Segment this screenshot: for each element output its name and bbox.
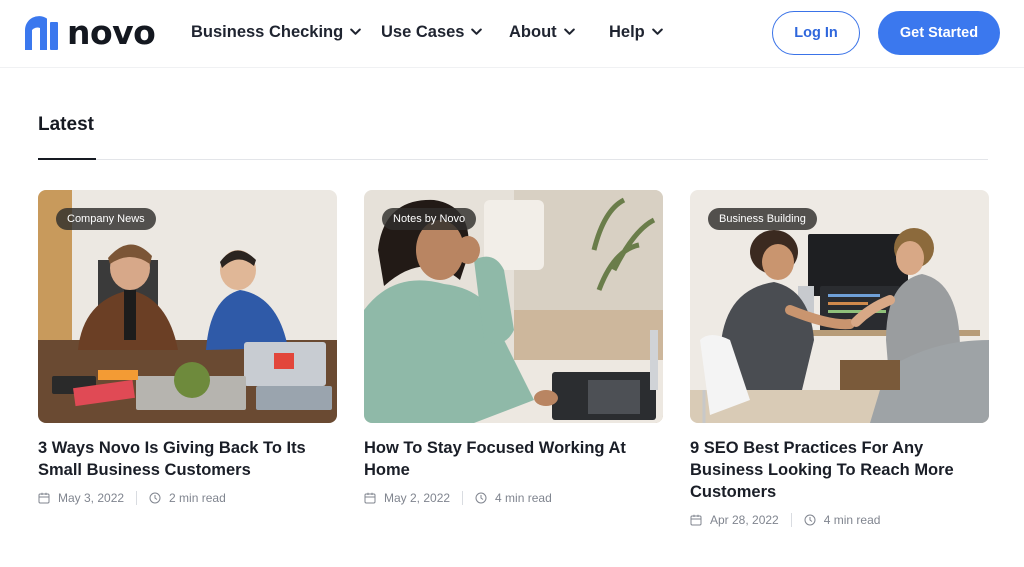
clock-icon	[149, 492, 161, 504]
post-category-badge[interactable]: Business Building	[708, 208, 817, 230]
nav-business-checking[interactable]: Business Checking	[191, 21, 362, 43]
post-card[interactable]: Company News 3 Ways Novo Is Giving Back …	[38, 190, 337, 506]
clock-icon	[804, 514, 816, 526]
post-meta: Apr 28, 2022 4 min read	[690, 512, 989, 528]
get-started-button[interactable]: Get Started	[878, 11, 1000, 55]
brand-name: novo	[67, 13, 156, 52]
chevron-down-icon	[651, 28, 663, 35]
chevron-down-icon	[563, 28, 575, 35]
clock-icon	[475, 492, 487, 504]
post-title[interactable]: 3 Ways Novo Is Giving Back To Its Small …	[38, 437, 337, 481]
nav-label: About	[509, 22, 557, 41]
post-card[interactable]: Business Building 9 SEO Best Practices F…	[690, 190, 989, 528]
post-category-badge[interactable]: Notes by Novo	[382, 208, 477, 230]
meta-divider	[790, 513, 792, 527]
nav-about[interactable]: About	[509, 21, 575, 43]
section-divider	[38, 159, 988, 160]
post-category-badge[interactable]: Company News	[56, 208, 156, 230]
log-in-button[interactable]: Log In	[772, 11, 860, 55]
post-read-time: 4 min read	[823, 513, 881, 527]
meta-divider	[462, 491, 464, 505]
post-date: May 2, 2022	[384, 491, 451, 505]
post-meta: May 2, 2022 4 min read	[364, 490, 663, 506]
post-thumbnail[interactable]: Business Building	[690, 190, 989, 423]
post-title[interactable]: 9 SEO Best Practices For Any Business Lo…	[690, 437, 989, 503]
post-date: Apr 28, 2022	[710, 513, 779, 527]
section-title-underline	[38, 158, 96, 160]
post-read-time: 4 min read	[495, 491, 552, 505]
nav-label: Help	[609, 22, 645, 41]
nav-label: Business Checking	[191, 22, 344, 41]
nav-help[interactable]: Help	[609, 21, 663, 43]
post-thumbnail[interactable]: Notes by Novo	[364, 190, 663, 423]
post-title[interactable]: How To Stay Focused Working At Home	[364, 437, 663, 481]
calendar-icon	[364, 492, 376, 504]
post-thumbnail[interactable]: Company News	[38, 190, 337, 423]
post-card[interactable]: Notes by Novo How To Stay Focused Workin…	[364, 190, 663, 506]
post-read-time: 2 min read	[169, 491, 226, 505]
novo-logo-icon	[25, 16, 58, 50]
post-date: May 3, 2022	[58, 491, 125, 505]
section-title: Latest	[38, 114, 94, 135]
chevron-down-icon	[471, 28, 483, 35]
calendar-icon	[690, 514, 702, 526]
calendar-icon	[38, 492, 50, 504]
post-meta: May 3, 2022 2 min read	[38, 490, 337, 506]
nav-use-cases[interactable]: Use Cases	[381, 21, 483, 43]
meta-divider	[136, 491, 138, 505]
novo-logo[interactable]: novo	[25, 13, 156, 52]
chevron-down-icon	[350, 28, 362, 35]
site-header: novo Business Checking Use Cases About H…	[0, 0, 1024, 68]
nav-label: Use Cases	[381, 22, 465, 41]
